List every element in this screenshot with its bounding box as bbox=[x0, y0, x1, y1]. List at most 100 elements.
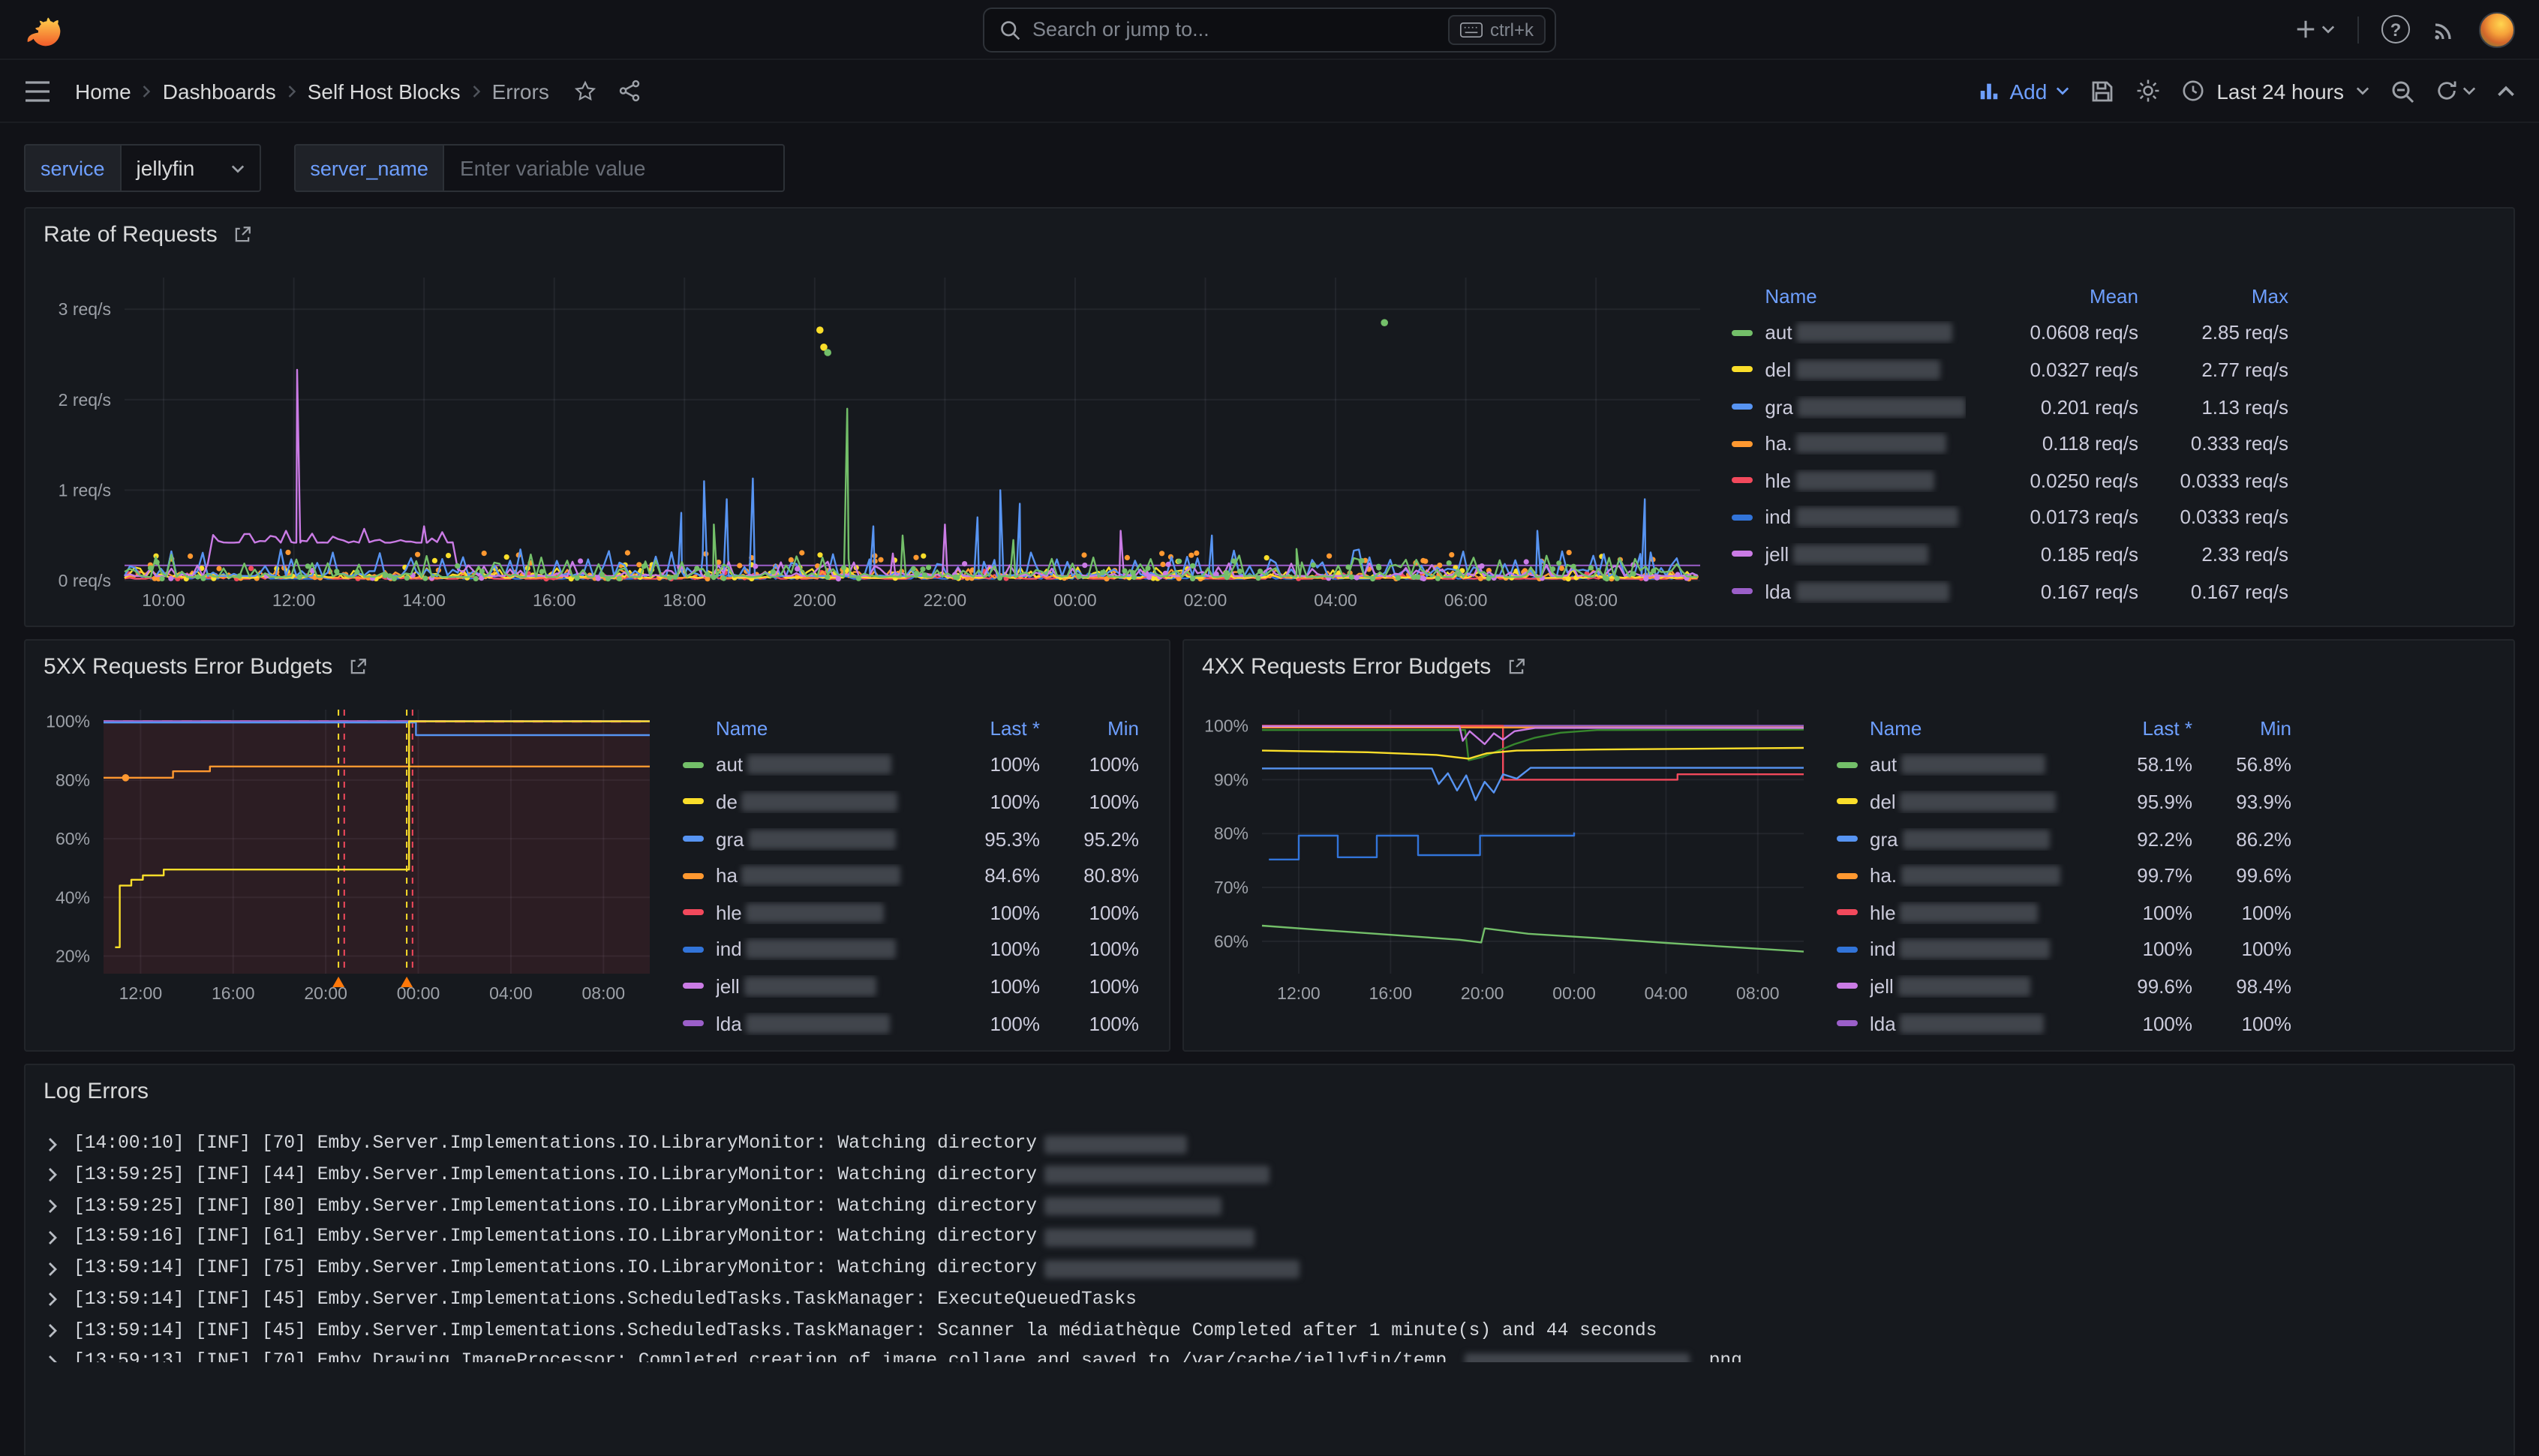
legend-col-name[interactable]: Name bbox=[1870, 717, 2078, 740]
external-link-icon[interactable] bbox=[347, 656, 367, 676]
legend-col-last[interactable]: Last * bbox=[2078, 717, 2192, 740]
rate-of-requests-chart[interactable]: 10:0012:0014:0016:0018:0020:0022:0000:00… bbox=[38, 260, 1711, 617]
legend-col-last[interactable]: Last * bbox=[926, 717, 1040, 740]
series-min-value: 100% bbox=[2192, 1012, 2291, 1034]
legend-row[interactable]: aut 100% 100% bbox=[683, 746, 1139, 783]
svg-text:06:00: 06:00 bbox=[1444, 590, 1488, 610]
breadcrumb-self-host-blocks[interactable]: Self Host Blocks bbox=[308, 79, 461, 103]
series-mean-value: 0.0327 req/s bbox=[1966, 359, 2138, 381]
legend-row[interactable]: jell 0.185 req/s 2.33 req/s bbox=[1732, 536, 2288, 572]
news-rss-button[interactable] bbox=[2432, 17, 2456, 41]
5xx-error-budgets-chart[interactable]: 12:0016:0020:0000:0004:0008:0020%40%60%8… bbox=[38, 692, 665, 1010]
panel-header[interactable]: 4XX Requests Error Budgets bbox=[1184, 641, 2513, 692]
legend-row[interactable]: gra 0.201 req/s 1.13 req/s bbox=[1732, 389, 2288, 425]
panel-header[interactable]: 5XX Requests Error Budgets bbox=[26, 641, 1169, 692]
legend-row[interactable]: lda 0.167 req/s 0.167 req/s bbox=[1732, 573, 2288, 610]
log-row[interactable]: [13:59:13] [INF] [70] Emby.Drawing.Image… bbox=[41, 1346, 2498, 1363]
series-name: ha. bbox=[1870, 864, 1897, 887]
expand-chevron-icon[interactable] bbox=[47, 1168, 59, 1183]
legend-row[interactable]: ha. 99.7% 99.6% bbox=[1837, 857, 2291, 894]
save-dashboard-button[interactable] bbox=[2090, 79, 2114, 103]
share-button[interactable] bbox=[618, 80, 641, 102]
legend-row[interactable]: gra 92.2% 86.2% bbox=[1837, 821, 2291, 857]
expand-chevron-icon[interactable] bbox=[47, 1199, 59, 1214]
expand-chevron-icon[interactable] bbox=[47, 1136, 59, 1151]
legend-col-name[interactable]: Name bbox=[1765, 285, 1966, 308]
expand-chevron-icon[interactable] bbox=[47, 1323, 59, 1338]
variable-server-name-input[interactable] bbox=[443, 144, 786, 192]
legend-row[interactable]: hle 100% 100% bbox=[1837, 894, 2291, 931]
variable-service-select[interactable]: jellyfin bbox=[120, 144, 261, 192]
log-row[interactable]: [14:00:10] [INF] [70] Emby.Server.Implem… bbox=[41, 1129, 2498, 1160]
search-input[interactable]: Search or jump to... ctrl+k bbox=[983, 7, 1556, 52]
help-button[interactable]: ? bbox=[2381, 15, 2410, 44]
legend-row[interactable]: jell 100% 100% bbox=[683, 968, 1139, 1004]
variable-service: service jellyfin bbox=[24, 144, 260, 192]
legend-row[interactable]: de 100% 100% bbox=[683, 783, 1139, 820]
refresh-button[interactable] bbox=[2435, 80, 2476, 102]
log-row[interactable]: [13:59:14] [INF] [45] Emby.Server.Implem… bbox=[41, 1315, 2498, 1346]
legend-row[interactable]: lda 100% 100% bbox=[1837, 1005, 2291, 1042]
legend-row[interactable]: ha 84.6% 80.8% bbox=[683, 857, 1139, 894]
legend-row[interactable]: gra 95.3% 95.2% bbox=[683, 821, 1139, 857]
expand-chevron-icon[interactable] bbox=[47, 1230, 59, 1245]
external-link-icon[interactable] bbox=[233, 224, 252, 244]
series-name: lda bbox=[1870, 1012, 1896, 1034]
legend-col-min[interactable]: Min bbox=[1040, 717, 1139, 740]
series-name: jell bbox=[716, 975, 740, 998]
legend-col-min[interactable]: Min bbox=[2192, 717, 2291, 740]
svg-text:16:00: 16:00 bbox=[1369, 983, 1413, 1003]
breadcrumb-dashboards[interactable]: Dashboards bbox=[163, 79, 276, 103]
legend-row[interactable]: ind 100% 100% bbox=[683, 931, 1139, 968]
redacted-text bbox=[747, 903, 885, 923]
legend-col-mean[interactable]: Mean bbox=[1966, 285, 2138, 308]
mega-menu-button[interactable] bbox=[24, 80, 51, 101]
collapse-topbar-button[interactable] bbox=[2497, 82, 2515, 100]
series-color-marker bbox=[683, 762, 704, 768]
expand-chevron-icon[interactable] bbox=[47, 1354, 59, 1362]
legend-row[interactable]: hle 100% 100% bbox=[683, 894, 1139, 931]
panel-header[interactable]: Log Errors bbox=[26, 1066, 2513, 1117]
external-link-icon[interactable] bbox=[1506, 656, 1525, 676]
log-row[interactable]: [13:59:16] [INF] [61] Emby.Server.Implem… bbox=[41, 1222, 2498, 1253]
log-row[interactable]: [13:59:14] [INF] [75] Emby.Server.Implem… bbox=[41, 1253, 2498, 1283]
panel-header[interactable]: Rate of Requests bbox=[26, 209, 2513, 260]
favorite-button[interactable] bbox=[573, 79, 597, 103]
legend-col-name[interactable]: Name bbox=[716, 717, 926, 740]
legend-row[interactable]: ha. 0.118 req/s 0.333 req/s bbox=[1732, 425, 2288, 462]
svg-text:60%: 60% bbox=[56, 829, 90, 848]
legend-row[interactable]: del 0.0327 req/s 2.77 req/s bbox=[1732, 351, 2288, 388]
legend-row[interactable]: aut 0.0608 req/s 2.85 req/s bbox=[1732, 314, 2288, 351]
series-last-value: 100% bbox=[926, 975, 1040, 998]
series-min-value: 95.2% bbox=[1040, 827, 1139, 850]
svg-text:22:00: 22:00 bbox=[924, 590, 967, 610]
log-row[interactable]: [13:59:14] [INF] [45] Emby.Server.Implem… bbox=[41, 1284, 2498, 1315]
breadcrumb-home[interactable]: Home bbox=[75, 79, 131, 103]
legend-row[interactable]: hle 0.0250 req/s 0.0333 req/s bbox=[1732, 462, 2288, 499]
svg-text:20%: 20% bbox=[56, 947, 90, 966]
legend-row[interactable]: ind 100% 100% bbox=[1837, 931, 2291, 968]
legend-row[interactable]: del 95.9% 93.9% bbox=[1837, 783, 2291, 820]
log-row[interactable]: [13:59:25] [INF] [80] Emby.Server.Implem… bbox=[41, 1191, 2498, 1222]
search-icon bbox=[999, 19, 1020, 40]
legend-row[interactable]: jell 99.6% 98.4% bbox=[1837, 968, 2291, 1004]
new-button[interactable] bbox=[2294, 18, 2335, 41]
legend-row[interactable]: aut 58.1% 56.8% bbox=[1837, 746, 2291, 783]
dashboard-settings-button[interactable] bbox=[2135, 78, 2161, 104]
legend-col-max[interactable]: Max bbox=[2138, 285, 2288, 308]
log-row[interactable]: [13:59:25] [INF] [44] Emby.Server.Implem… bbox=[41, 1160, 2498, 1190]
add-panel-button[interactable]: Add bbox=[1978, 79, 2069, 103]
legend-row[interactable]: ind 0.0173 req/s 0.0333 req/s bbox=[1732, 499, 2288, 536]
user-avatar[interactable] bbox=[2479, 11, 2515, 47]
series-name: ind bbox=[1765, 506, 1791, 529]
redacted-text bbox=[1901, 866, 2060, 885]
expand-chevron-icon[interactable] bbox=[47, 1261, 59, 1276]
time-range-picker[interactable]: Last 24 hours bbox=[2182, 79, 2369, 103]
4xx-error-budgets-chart[interactable]: 12:0016:0020:0000:0004:0008:0060%70%80%9… bbox=[1196, 692, 1819, 1010]
panel-5xx-error-budgets: 5XX Requests Error Budgets 12:0016:0020:… bbox=[24, 639, 1170, 1052]
expand-chevron-icon[interactable] bbox=[47, 1292, 59, 1307]
legend-row[interactable]: lda 100% 100% bbox=[683, 1005, 1139, 1042]
svg-text:3 req/s: 3 req/s bbox=[59, 299, 111, 319]
grafana-logo[interactable] bbox=[24, 10, 63, 49]
zoom-out-button[interactable] bbox=[2390, 79, 2414, 103]
